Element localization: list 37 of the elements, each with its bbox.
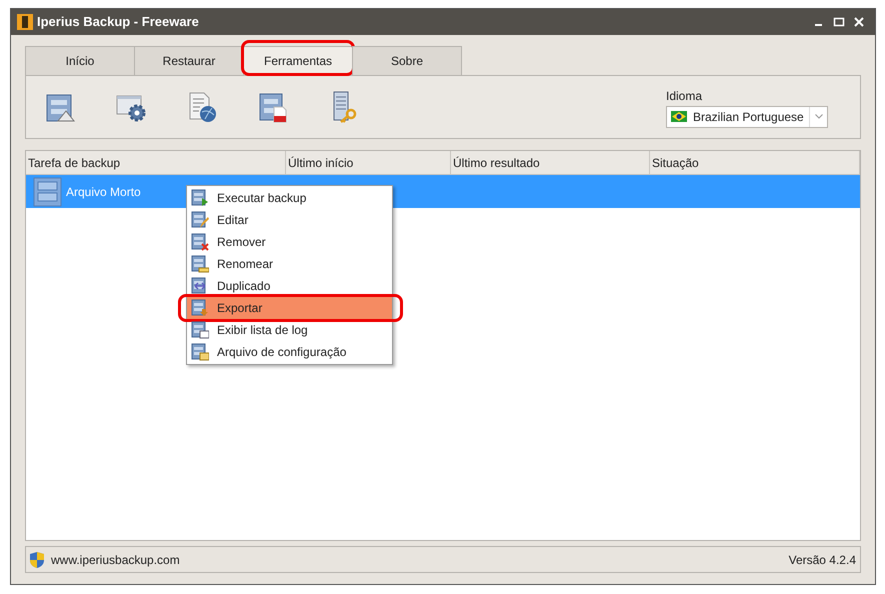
export-icon <box>191 299 209 317</box>
pencil-icon <box>191 211 209 229</box>
shield-icon <box>29 550 45 568</box>
tab[interactable]: Sobre <box>352 46 462 75</box>
chevron-down-icon <box>814 114 822 119</box>
language-label: Idioma <box>666 88 704 104</box>
menu-item[interactable]: Arquivo de configuração <box>187 341 392 363</box>
version-text: Versão 4.2.4 <box>788 552 856 568</box>
tab[interactable]: Restaurar <box>134 46 244 75</box>
language-dropdown[interactable]: Brazilian Portuguese <box>666 106 828 128</box>
menu-item[interactable]: Duplicado <box>187 275 392 297</box>
task-name: Arquivo Morto <box>66 184 141 200</box>
menu-item[interactable]: Renomear <box>187 253 392 275</box>
close-icon[interactable] <box>853 16 865 28</box>
config-icon <box>191 343 209 361</box>
run-icon <box>191 189 209 207</box>
window-title: Iperius Backup - Freeware <box>37 13 199 32</box>
column-header[interactable]: Último resultado <box>451 151 650 174</box>
rename-icon <box>191 255 209 273</box>
column-header[interactable]: Tarefa de backup <box>26 151 286 174</box>
menu-item[interactable]: Exportar <box>187 297 392 319</box>
server-icon <box>33 176 63 206</box>
server-pdf-icon[interactable] <box>257 91 289 123</box>
tab[interactable]: Ferramentas <box>243 46 353 75</box>
menu-item[interactable]: Exibir lista de log <box>187 319 392 341</box>
app-logo-icon <box>17 14 33 30</box>
log-icon <box>191 321 209 339</box>
tab[interactable]: Início <box>25 46 135 75</box>
website-link[interactable]: www.iperiusbackup.com <box>51 550 180 568</box>
menu-item[interactable]: Editar <box>187 209 392 231</box>
menu-item[interactable]: Executar backup <box>187 187 392 209</box>
column-header[interactable]: Último início <box>286 151 451 174</box>
remove-icon <box>191 233 209 251</box>
flag-icon <box>671 111 687 122</box>
column-header[interactable]: Situação <box>650 151 860 174</box>
maximize-icon[interactable] <box>833 16 845 28</box>
menu-item[interactable]: Remover <box>187 231 392 253</box>
